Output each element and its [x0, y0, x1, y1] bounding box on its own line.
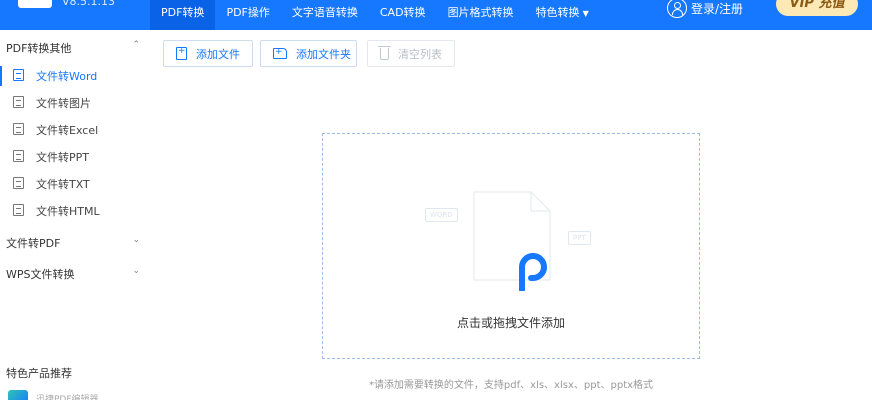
app-version: V8.5.1.13 [62, 0, 116, 8]
sidebar-item-to-excel[interactable]: 文件转Excel [0, 118, 150, 142]
sidebar-group-wps[interactable]: WPS文件转换 ⌄ [6, 266, 140, 282]
main-nav: PDF转换 PDF操作 文字语音转换 CAD转换 图片格式转换 特色转换 ▼ [150, 0, 600, 30]
add-folder-button[interactable]: 添加文件夹 [260, 40, 357, 67]
tab-cad-convert[interactable]: CAD转换 [369, 0, 437, 30]
login-button[interactable]: 登录/注册 [667, 0, 743, 18]
add-file-icon [176, 46, 187, 60]
tab-image-format[interactable]: 图片格式转换 [437, 0, 525, 30]
chevron-down-icon: ⌄ [132, 235, 140, 245]
sidebar-item-to-txt[interactable]: 文件转TXT [0, 172, 150, 196]
clear-list-button[interactable]: 清空列表 [367, 40, 455, 67]
chevron-down-icon: ⌄ [132, 266, 140, 276]
tab-pdf-operate[interactable]: PDF操作 [215, 0, 280, 30]
txt-file-icon [13, 177, 24, 189]
supported-formats-hint: *请添加需要转换的文件，支持pdf、xls、xlsx、ppt、pptx格式 [368, 380, 654, 391]
html-file-icon [13, 204, 24, 216]
tab-special-convert-label: 特色转换 [535, 6, 580, 19]
ppt-tag: PPT [568, 231, 591, 245]
user-icon [667, 0, 687, 18]
sidebar-group-to-pdf[interactable]: 文件转PDF ⌄ [6, 235, 140, 251]
sidebar-item-label: 文件转TXT [36, 178, 90, 191]
tab-text-speech[interactable]: 文字语音转换 [281, 0, 369, 30]
sidebar-group-pdf-other[interactable]: PDF转换其他 ⌃ [6, 40, 140, 56]
image-file-icon [13, 96, 24, 108]
sidebar-group-title: 文件转PDF [6, 237, 61, 250]
chevron-up-icon: ⌃ [132, 40, 140, 50]
sidebar-group-title: WPS文件转换 [6, 268, 75, 281]
top-bar: V8.5.1.13 PDF转换 PDF操作 文字语音转换 CAD转换 图片格式转… [0, 0, 872, 30]
sidebar-item-to-html[interactable]: 文件转HTML [0, 199, 150, 223]
add-folder-icon [273, 47, 287, 59]
sidebar-item-to-word[interactable]: 文件转Word [0, 64, 150, 88]
sidebar-item-label: 文件转图片 [36, 97, 91, 110]
drop-zone-label: 点击或拖拽文件添加 [456, 316, 565, 330]
sidebar-item-label: 文件转HTML [36, 205, 100, 218]
sidebar-item-label: 文件转PPT [36, 151, 89, 164]
tab-special-convert[interactable]: 特色转换 ▼ [525, 0, 600, 30]
ppt-file-icon [13, 150, 24, 162]
pdf-logo-icon [519, 253, 547, 293]
word-file-icon [13, 69, 24, 81]
promo-app-name[interactable]: 迅捷PDF编辑器 [36, 392, 99, 400]
word-tag: WORD [425, 208, 458, 222]
login-label: 登录/注册 [691, 1, 744, 16]
promo-title: 特色产品推荐 [6, 367, 72, 380]
vip-recharge-button[interactable]: VIP 充值 [776, 0, 858, 16]
file-drop-zone[interactable]: WORD PPT 点击或拖拽文件添加 [322, 133, 700, 359]
sidebar-group-title: PDF转换其他 [6, 42, 72, 55]
sidebar-item-label: 文件转Word [36, 70, 98, 83]
tab-pdf-convert[interactable]: PDF转换 [150, 0, 216, 30]
app-window: V8.5.1.13 PDF转换 PDF操作 文字语音转换 CAD转换 图片格式转… [0, 0, 872, 400]
promo-app-icon[interactable] [8, 390, 28, 400]
add-file-label: 添加文件 [196, 47, 240, 61]
add-folder-label: 添加文件夹 [296, 47, 351, 61]
sidebar-item-to-image[interactable]: 文件转图片 [0, 91, 150, 115]
sidebar-item-to-ppt[interactable]: 文件转PPT [0, 145, 150, 169]
app-logo [18, 0, 52, 8]
trash-icon [378, 45, 391, 60]
sidebar-item-label: 文件转Excel [36, 124, 99, 137]
add-file-button[interactable]: 添加文件 [163, 40, 253, 67]
clear-list-label: 清空列表 [398, 47, 442, 61]
excel-file-icon [13, 123, 24, 135]
sidebar: PDF转换其他 ⌃ 文件转Word 文件转图片 文件转Excel 文件转PPT … [0, 30, 150, 400]
caret-down-icon: ▼ [582, 9, 589, 18]
